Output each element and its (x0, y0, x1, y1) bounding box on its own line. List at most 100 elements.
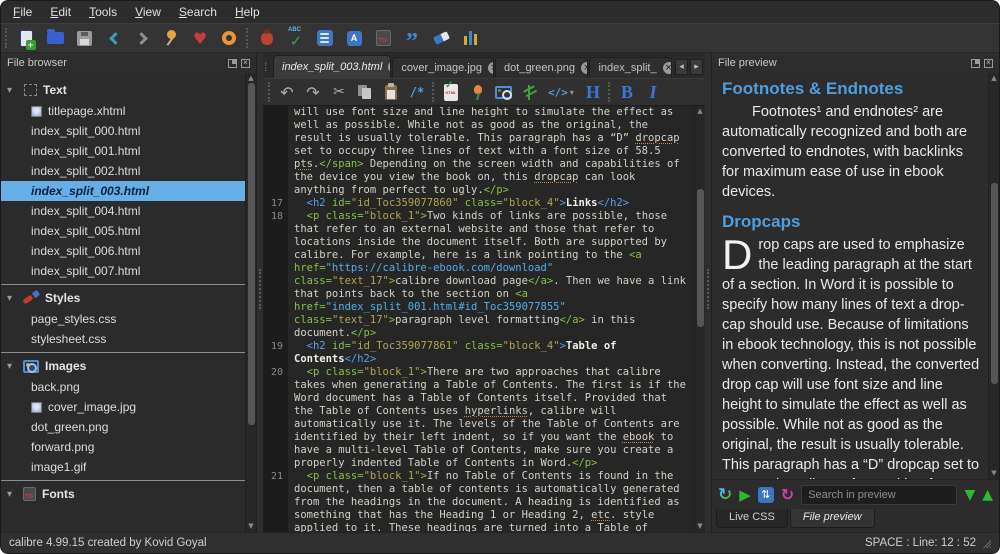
bottom-tab-live-css[interactable]: Live CSS (716, 509, 788, 528)
beautify-button[interactable] (313, 26, 337, 50)
section-images[interactable]: ▾Images (1, 352, 245, 377)
copy-button[interactable] (354, 81, 376, 103)
menu-help[interactable]: Help (235, 5, 260, 19)
help-button[interactable] (217, 26, 241, 50)
file-item-index_split_004.html[interactable]: index_split_004.html (1, 201, 245, 221)
code-line[interactable]: 17 <h2 id="id_Toc359077860" class="block… (263, 197, 694, 210)
new-file-button[interactable]: + (14, 26, 38, 50)
run-preview-icon[interactable]: ▶ (739, 486, 751, 504)
expander-icon[interactable]: ▾ (7, 293, 17, 304)
toolbar-drag-handle[interactable] (268, 82, 272, 102)
code-line[interactable]: 20 <p class="block_1">There are two appr… (263, 366, 694, 470)
pretty-print-button[interactable]: HTML✓ (440, 81, 462, 103)
code-line[interactable]: will use font size and line height to si… (263, 106, 694, 197)
file-item-cover_image.jpg[interactable]: cover_image.jpg (1, 397, 245, 417)
close-panel-icon[interactable]: × (241, 59, 250, 68)
find-previous-icon[interactable]: ▲ (982, 487, 993, 503)
right-splitter[interactable] (705, 53, 711, 532)
bold-button[interactable]: B (616, 81, 638, 103)
reports-button[interactable] (458, 26, 482, 50)
spell-check-button[interactable]: ABC✓ (284, 26, 308, 50)
file-item-index_split_000.html[interactable]: index_split_000.html (1, 121, 245, 141)
expander-icon[interactable]: ▾ (7, 85, 17, 96)
code-editor[interactable]: will use font size and line height to si… (263, 106, 694, 532)
close-panel-icon[interactable]: × (984, 59, 993, 68)
menu-file[interactable]: File (13, 5, 32, 19)
file-item-dot_green.png[interactable]: dot_green.png (1, 417, 245, 437)
donate-button[interactable]: ♥ (188, 26, 212, 50)
section-text[interactable]: ▾Text (1, 79, 245, 101)
file-browser-scrollbar[interactable]: ▲ ▼ (245, 73, 256, 532)
menu-search[interactable]: Search (179, 5, 217, 19)
menu-edit[interactable]: Edit (50, 5, 71, 19)
editor-scrollbar[interactable]: ▲ ▼ (694, 106, 705, 532)
expander-icon[interactable]: ▾ (7, 361, 17, 372)
insert-tag-button[interactable]: </>▾ (544, 81, 578, 103)
float-panel-icon[interactable] (971, 59, 980, 68)
save-button[interactable] (72, 26, 96, 50)
code-line[interactable]: 19 <h2 id="id_Toc359077861" class="block… (263, 340, 694, 366)
close-tab-icon[interactable]: × (388, 61, 391, 73)
section-fonts[interactable]: ▾TTFFonts (1, 480, 245, 505)
file-item-image1.gif[interactable]: image1.gif (1, 457, 245, 477)
file-item-index_split_003.html[interactable]: index_split_003.html (1, 181, 245, 201)
menu-view[interactable]: View (135, 5, 161, 19)
transform-button[interactable]: A (342, 26, 366, 50)
refresh-preview-icon[interactable]: ↻ (718, 485, 732, 505)
file-item-page_styles.css[interactable]: page_styles.css (1, 309, 245, 329)
file-item-stylesheet.css[interactable]: stylesheet.css (1, 329, 245, 349)
menu-tools[interactable]: Tools (89, 5, 117, 19)
resize-grip[interactable] (982, 539, 991, 548)
smarten-punctuation-button[interactable]: ” (400, 26, 424, 50)
reload-preview-icon[interactable]: ↻ (781, 485, 794, 504)
toolbar-drag-handle[interactable] (246, 28, 250, 48)
section-styles[interactable]: ▾Styles (1, 284, 245, 309)
float-panel-icon[interactable] (228, 59, 237, 68)
redo-button[interactable]: ↷ (302, 81, 324, 103)
remove-unused-css-button[interactable] (429, 26, 453, 50)
file-item-index_split_005.html[interactable]: index_split_005.html (1, 221, 245, 241)
open-book-button[interactable] (43, 26, 67, 50)
toolbar-drag-handle[interactable] (432, 82, 436, 102)
find-next-icon[interactable]: ▼ (964, 487, 975, 503)
paste-button[interactable] (380, 81, 402, 103)
tab-dot_green.png[interactable]: dot_green.png× (495, 57, 588, 78)
insert-flower-button[interactable] (466, 81, 488, 103)
tab-index_split_[interactable]: index_split_× (589, 57, 672, 78)
change-heading-button[interactable]: H (582, 81, 604, 103)
file-item-index_split_006.html[interactable]: index_split_006.html (1, 241, 245, 261)
scroll-tabs-right-button[interactable]: ▸ (690, 59, 703, 75)
code-line[interactable]: 18 <p class="block_1">Two kinds of links… (263, 210, 694, 340)
undo-global-button[interactable] (101, 26, 125, 50)
special-character-button[interactable] (518, 81, 540, 103)
file-item-titlepage.xhtml[interactable]: titlepage.xhtml (1, 101, 245, 121)
search-in-preview-input[interactable] (801, 485, 957, 505)
code-line[interactable]: 21 <p class="block_1">If no Table of Con… (263, 470, 694, 532)
sync-position-icon[interactable]: ⇅ (758, 487, 774, 503)
scroll-tabs-left-button[interactable]: ◂ (675, 59, 688, 75)
manage-fonts-button[interactable]: TTF (371, 26, 395, 50)
undo-button[interactable]: ↶ (276, 81, 298, 103)
file-item-back.png[interactable]: back.png (1, 377, 245, 397)
cut-button[interactable]: ✂ (328, 81, 350, 103)
toolbar-drag-handle[interactable] (608, 82, 612, 102)
preview-scrollbar[interactable]: ▲ ▼ (988, 73, 999, 479)
tab-cover_image.jpg[interactable]: cover_image.jpg× (392, 57, 494, 78)
close-tab-icon[interactable]: × (488, 62, 494, 74)
bottom-tab-file-preview[interactable]: File preview (790, 509, 875, 528)
file-item-index_split_002.html[interactable]: index_split_002.html (1, 161, 245, 181)
toolbar-drag-handle[interactable] (5, 28, 9, 48)
expander-icon[interactable]: ▾ (7, 489, 17, 500)
file-item-index_split_001.html[interactable]: index_split_001.html (1, 141, 245, 161)
tab-index_split_003.html[interactable]: index_split_003.html× (273, 55, 391, 78)
redo-global-button[interactable] (130, 26, 154, 50)
file-item-forward.png[interactable]: forward.png (1, 437, 245, 457)
file-item-index_split_007.html[interactable]: index_split_007.html (1, 261, 245, 281)
close-tab-icon[interactable]: × (581, 62, 588, 74)
checkpoint-button[interactable] (159, 26, 183, 50)
italic-button[interactable]: I (642, 81, 664, 103)
close-tab-icon[interactable]: × (663, 62, 672, 74)
left-splitter[interactable] (257, 53, 263, 532)
check-book-button[interactable] (255, 26, 279, 50)
smart-comment-button[interactable]: /* (406, 81, 428, 103)
